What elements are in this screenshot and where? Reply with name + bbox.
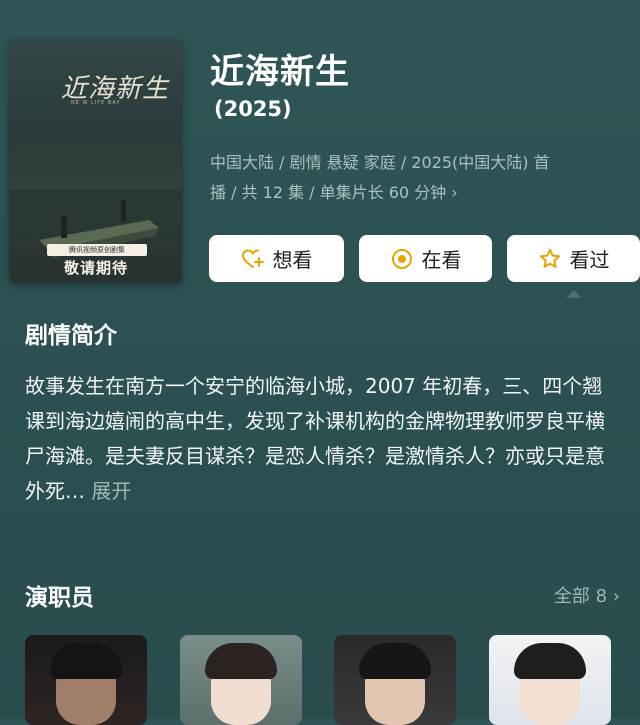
show-meta[interactable]: 中国大陆 / 剧情 悬疑 家庭 / 2025(中国大陆) 首 播 / 共 12 … bbox=[210, 148, 622, 208]
poster-tag-main: 敬请期待 bbox=[63, 259, 128, 277]
star-icon bbox=[538, 247, 562, 271]
watched-label: 看过 bbox=[569, 248, 610, 272]
heart-plus-icon bbox=[241, 247, 265, 271]
watching-label: 在看 bbox=[421, 248, 462, 272]
cast-heading: 演职员 bbox=[25, 585, 94, 611]
intro-text-block: 故事发生在南方一个安宁的临海小城，2007 年初春，三、四个翘课到海边嬉闹的高中… bbox=[25, 369, 620, 509]
poster-tag-small: 腾讯视频原创剧集 bbox=[47, 244, 147, 256]
want-to-watch-label: 想看 bbox=[272, 248, 313, 272]
cast-card[interactable] bbox=[489, 635, 611, 725]
watching-button[interactable]: 在看 bbox=[359, 235, 492, 282]
poster-image[interactable]: 近海新生 NE W LIFE BAY 腾讯视频原创剧集 敬请期待 bbox=[9, 40, 182, 283]
chevron-right-icon[interactable]: › bbox=[451, 183, 457, 202]
cast-card[interactable] bbox=[180, 635, 302, 725]
meta-line-1: 中国大陆 / 剧情 悬疑 家庭 / 2025(中国大陆) 首 bbox=[210, 153, 550, 172]
show-title: 近海新生 bbox=[210, 52, 350, 92]
cast-card[interactable] bbox=[25, 635, 147, 725]
cast-card[interactable] bbox=[334, 635, 456, 725]
pointer-caret bbox=[566, 290, 582, 298]
expand-link[interactable]: 展开 bbox=[91, 479, 131, 503]
want-to-watch-button[interactable]: 想看 bbox=[209, 235, 344, 282]
cast-photo-hair bbox=[514, 643, 586, 679]
target-circle-icon bbox=[390, 247, 414, 271]
intro-heading: 剧情简介 bbox=[25, 323, 117, 349]
cast-photo-hair bbox=[359, 643, 431, 679]
show-year: (2025) bbox=[214, 97, 292, 121]
watched-button[interactable]: 看过 bbox=[507, 235, 640, 282]
meta-line-2: 播 / 共 12 集 / 单集片长 60 分钟 › bbox=[210, 178, 622, 208]
cast-photo-hair bbox=[205, 643, 277, 679]
meta-line-2-text: 播 / 共 12 集 / 单集片长 60 分钟 bbox=[210, 183, 447, 202]
cast-photo-hair bbox=[50, 643, 122, 679]
cast-all-link[interactable]: 全部 8 › bbox=[554, 582, 620, 608]
